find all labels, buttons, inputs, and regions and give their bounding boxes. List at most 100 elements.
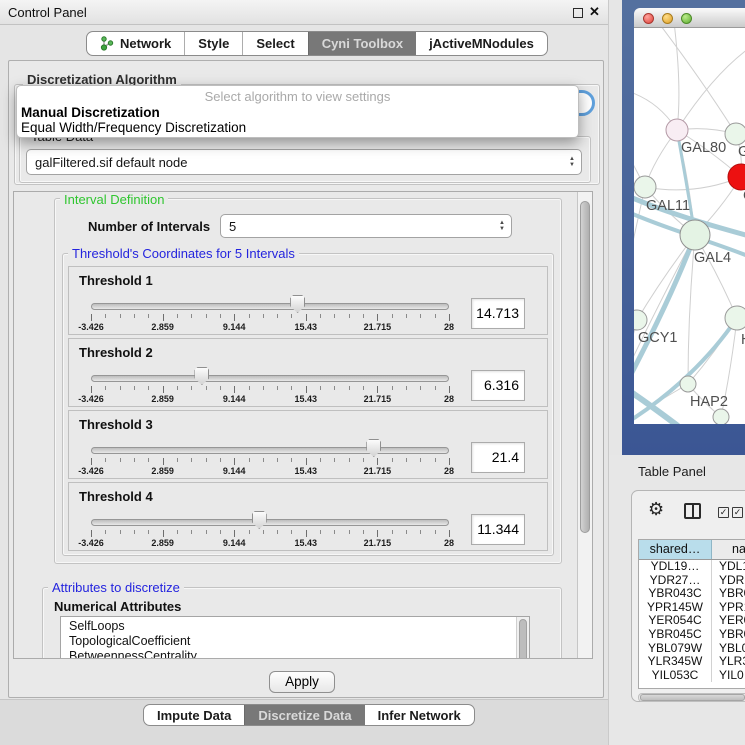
tab-discretize-data[interactable]: Discretize Data [244, 705, 364, 725]
tab-infer-network[interactable]: Infer Network [365, 705, 474, 725]
window-close-button[interactable] [643, 13, 654, 24]
stepper-arrows-icon[interactable]: ▲▼ [493, 220, 511, 232]
number-of-intervals-combobox[interactable]: 5 ▲▼ [220, 214, 512, 238]
window-zoom-button[interactable] [681, 13, 692, 24]
attributes-group-title: Attributes to discretize [48, 580, 184, 595]
network-node[interactable] [666, 119, 688, 141]
list-item[interactable]: BetweennessCentrality [61, 649, 529, 659]
tab-jactivemnodules[interactable]: jActiveMNodules [416, 32, 547, 55]
threshold-slider-track[interactable] [91, 519, 449, 526]
table-row[interactable]: YBR043CYBR0 [639, 587, 745, 601]
threshold-slider-track[interactable] [91, 303, 449, 310]
table-row[interactable]: YIL053CYIL0 [639, 669, 745, 683]
list-item[interactable]: TopologicalCoefficient [61, 634, 529, 649]
stepper-arrows-icon[interactable]: ▲▼ [563, 156, 581, 168]
table-cell[interactable]: YBR0 [712, 628, 745, 642]
table-cell[interactable]: YDL1 [712, 560, 745, 574]
threshold-slider-track[interactable] [91, 447, 449, 454]
table-cell[interactable]: YBR0 [712, 587, 745, 601]
table-row[interactable]: YDR27…YDR2 [639, 574, 745, 588]
tab-cyni-toolbox[interactable]: Cyni Toolbox [308, 32, 416, 55]
table-cell[interactable]: YBR045C [639, 628, 712, 642]
network-node[interactable] [634, 176, 656, 198]
popup-item-equal-width[interactable]: Equal Width/Frequency Discretization [21, 120, 246, 135]
close-icon[interactable]: ✕ [589, 4, 600, 20]
threshold-slider-thumb[interactable] [194, 367, 209, 385]
table-cell[interactable]: YBL0 [712, 642, 745, 656]
network-edge [634, 390, 678, 424]
threshold-value-field[interactable]: 6.316 [471, 370, 525, 401]
table-cell[interactable]: YER054C [639, 614, 712, 628]
threshold-slider-thumb[interactable] [290, 295, 305, 313]
node-label: GA [738, 144, 745, 160]
table-cell[interactable]: YER0 [712, 614, 745, 628]
tab-select[interactable]: Select [242, 32, 307, 55]
slider-ticks [91, 314, 449, 322]
numerical-attributes-list: SelfLoopsTopologicalCoefficientBetweenne… [60, 616, 530, 659]
column-layout-icon[interactable] [684, 503, 701, 519]
popup-item-manual-discretization[interactable]: Manual Discretization [21, 105, 160, 120]
control-panel-tabbar: Network Style Select Cyni Toolbox jActiv… [86, 31, 548, 56]
checkbox-icon[interactable]: ✓ [732, 507, 743, 518]
table-cell[interactable]: YDR2 [712, 574, 745, 588]
threshold-value-field[interactable]: 21.4 [471, 442, 525, 473]
settings-scrollbar-thumb[interactable] [580, 201, 590, 533]
apply-button[interactable]: Apply [269, 671, 335, 693]
table-cell[interactable]: YIL0 [712, 669, 745, 683]
slider-tick-labels: -3.4262.8599.14415.4321.71528 [91, 322, 449, 333]
list-scrollbar-thumb[interactable] [519, 619, 527, 659]
slider-ticks [91, 386, 449, 394]
threshold-slider-track[interactable] [91, 375, 449, 382]
table-hscrollbar-thumb[interactable] [640, 694, 745, 701]
tab-network[interactable]: Network [87, 32, 184, 55]
threshold-slider-thumb[interactable] [252, 511, 267, 529]
table-cell[interactable]: YPR145W [639, 601, 712, 615]
threshold-value-field[interactable]: 14.713 [471, 298, 525, 329]
numerical-attributes-label: Numerical Attributes [54, 599, 181, 614]
network-edge [658, 28, 736, 134]
number-of-intervals-value: 5 [229, 219, 236, 234]
table-cell[interactable]: YLR3 [712, 655, 745, 669]
network-node[interactable] [634, 310, 647, 330]
table-row[interactable]: YBR045CYBR0 [639, 628, 745, 642]
panel-divider[interactable] [608, 0, 622, 455]
table-cell[interactable]: YIL053C [639, 669, 712, 683]
settings-scrollbar[interactable] [577, 192, 592, 658]
table-cell[interactable]: YPR1 [712, 601, 745, 615]
node-label: GCY1 [638, 330, 678, 346]
table-cell[interactable]: YLR345W [639, 655, 712, 669]
tab-style[interactable]: Style [184, 32, 242, 55]
network-node[interactable] [725, 306, 745, 330]
table-cell[interactable]: YBR043C [639, 587, 712, 601]
table-cell[interactable]: YBL079W [639, 642, 712, 656]
table-row[interactable]: YER054CYER0 [639, 614, 745, 628]
table-row[interactable]: YDL19…YDL1 [639, 560, 745, 574]
network-node[interactable] [680, 376, 696, 392]
threshold-slider-thumb[interactable] [366, 439, 381, 457]
threshold-value-field[interactable]: 11.344 [471, 514, 525, 545]
gear-icon[interactable]: ⚙ [648, 499, 664, 520]
checkbox-icon[interactable]: ✓ [718, 507, 729, 518]
table-cell[interactable]: YDR27… [639, 574, 712, 588]
float-window-icon[interactable] [573, 8, 583, 18]
network-canvas[interactable]: GAL80GAGAL11CGAL4GCY1HHAP2 [634, 28, 745, 424]
table-cell[interactable]: YDL19… [639, 560, 712, 574]
network-node[interactable] [713, 409, 729, 424]
column-header-name[interactable]: na [712, 540, 745, 559]
table-row[interactable]: YBL079WYBL0 [639, 642, 745, 656]
table-row[interactable]: YPR145WYPR1 [639, 601, 745, 615]
table-data-combobox[interactable]: galFiltered.sif default node ▲▼ [26, 149, 582, 175]
tab-impute-data[interactable]: Impute Data [144, 705, 244, 725]
table-panel: ⚙ ✓ ✓ shared… na YDL19…YDL1YDR27…YDR2YBR… [631, 490, 745, 702]
table-row[interactable]: YLR345WYLR3 [639, 655, 745, 669]
network-edge [677, 46, 745, 130]
network-node[interactable] [725, 123, 745, 145]
table-hscrollbar[interactable] [638, 693, 745, 702]
network-node[interactable] [680, 220, 710, 250]
node-label: GAL80 [681, 140, 726, 156]
window-minimize-button[interactable] [662, 13, 673, 24]
list-item[interactable]: SelfLoops [61, 619, 529, 634]
network-edge [645, 177, 741, 190]
list-scrollbar[interactable] [516, 617, 529, 659]
column-header-shared-name[interactable]: shared… [639, 540, 712, 559]
